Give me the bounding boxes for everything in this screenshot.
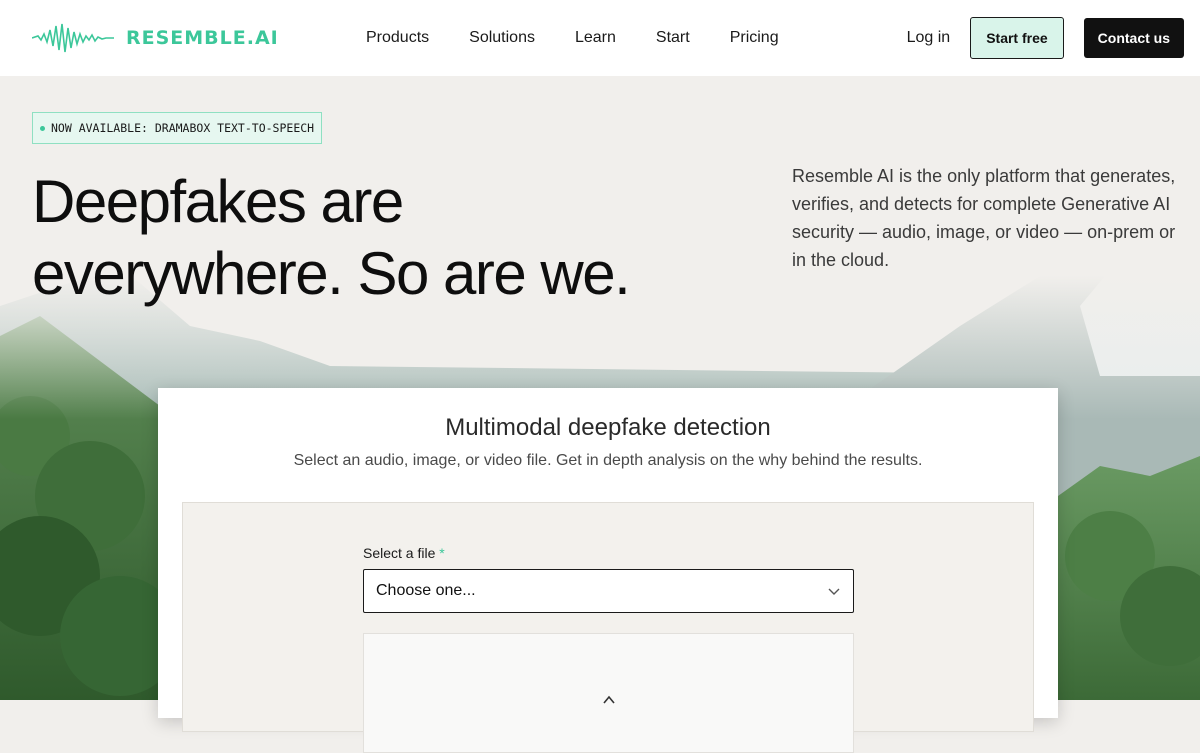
badge-text: NOW AVAILABLE: DRAMABOX TEXT-TO-SPEECH xyxy=(51,121,315,135)
upload-icon xyxy=(603,695,615,704)
file-field-label: Select a file * xyxy=(363,545,445,561)
file-field-label-text: Select a file xyxy=(363,545,436,561)
card-subtitle: Select an audio, image, or video file. G… xyxy=(293,452,923,469)
badge-dot-icon xyxy=(40,125,45,131)
header-actions: Log in Start free Contact us xyxy=(907,17,1184,59)
hero-description: Resemble AI is the only platform that ge… xyxy=(792,166,1176,270)
file-type-select[interactable]: Choose one... xyxy=(363,569,854,613)
file-type-select-value: Choose one... xyxy=(376,582,476,599)
hero-headline: Deepfakes are everywhere. So are we. xyxy=(32,166,732,310)
file-dropzone[interactable] xyxy=(363,633,854,753)
nav-solutions[interactable]: Solutions xyxy=(469,29,535,47)
headline-line-2: everywhere. So are we. xyxy=(32,240,631,307)
announcement-badge[interactable]: NOW AVAILABLE: DRAMABOX TEXT-TO-SPEECH xyxy=(32,112,323,144)
login-link[interactable]: Log in xyxy=(907,29,951,47)
main-nav: Products Solutions Learn Start Pricing xyxy=(366,29,779,47)
card-title: Multimodal deepfake detection xyxy=(445,414,771,441)
contact-us-button[interactable]: Contact us xyxy=(1083,18,1184,58)
upload-panel: Select a file * Choose one... xyxy=(182,502,1034,753)
deepfake-detection-card: Multimodal deepfake detection Select an … xyxy=(158,388,1058,753)
nav-pricing[interactable]: Pricing xyxy=(730,29,779,47)
required-marker: * xyxy=(439,545,445,561)
nav-products[interactable]: Products xyxy=(366,29,429,47)
start-free-button[interactable]: Start free xyxy=(970,17,1064,59)
headline-line-1: Deepfakes are xyxy=(32,168,404,235)
nav-start[interactable]: Start xyxy=(656,29,690,47)
chevron-down-icon xyxy=(828,588,840,595)
brand-name: RESEMBLE.AI xyxy=(126,27,279,49)
site-header: RESEMBLE.AI Products Solutions Learn Sta… xyxy=(0,0,1200,76)
brand-logo[interactable]: RESEMBLE.AI xyxy=(32,20,366,56)
nav-learn[interactable]: Learn xyxy=(575,29,616,47)
waveform-logo-icon xyxy=(32,23,114,53)
